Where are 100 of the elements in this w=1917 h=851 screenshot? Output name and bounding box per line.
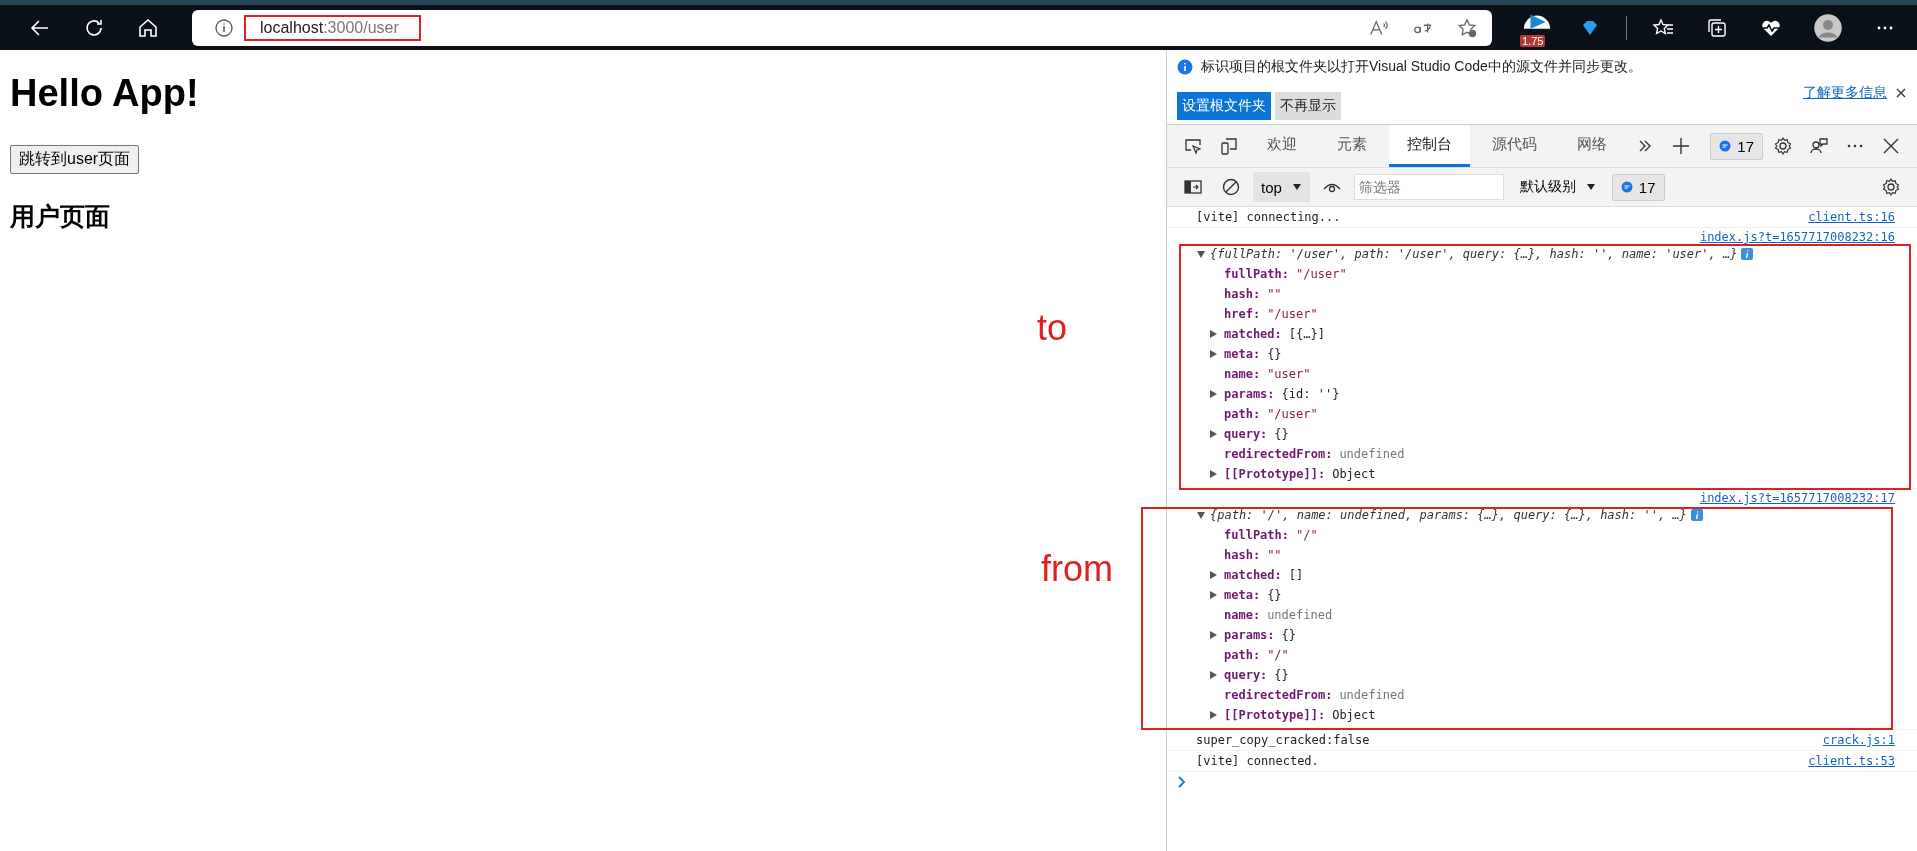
property-value: {} (1267, 346, 1282, 363)
object-summary[interactable]: {path: '/', name: undefined, params: {…}, query: {…}, hash: '', …} (1210, 505, 1687, 525)
property-key: name: (1224, 364, 1261, 384)
property-value: "" (1267, 547, 1282, 564)
property-value: [{…}] (1288, 326, 1325, 343)
console-message: super_copy_cracked:false (1196, 733, 1370, 747)
property-key: name: (1224, 605, 1261, 625)
property-key: path: (1224, 404, 1261, 424)
info-icon[interactable] (214, 17, 234, 38)
property-value: [] (1288, 567, 1304, 584)
property-value: {} (1281, 627, 1297, 644)
object-summary[interactable]: {fullPath: '/user', path: '/user', query: {…}, hash: '', name: 'user', …} (1210, 244, 1738, 264)
property-value: Object (1332, 466, 1376, 483)
devtools-tab[interactable]: 元素 (1319, 125, 1385, 167)
property-key: meta: (1224, 585, 1261, 605)
feedback-icon[interactable] (1809, 136, 1829, 156)
property-key: fullPath: (1224, 264, 1290, 284)
expand-triangle-icon[interactable] (1208, 710, 1218, 720)
close-icon[interactable] (1881, 136, 1901, 156)
property-value: {} (1274, 667, 1289, 684)
devtools-tab[interactable]: 网络 (1559, 125, 1625, 167)
devtools-tab[interactable]: 控制台 (1389, 125, 1470, 167)
level-dropdown[interactable]: 默认级别 (1513, 177, 1602, 197)
console-message: [vite] connected. (1196, 754, 1319, 768)
device-icon[interactable] (1219, 136, 1239, 156)
address-bar[interactable]: localhost:3000/user (192, 9, 1493, 46)
property-value: "/user" (1267, 306, 1318, 323)
annotation-label: to (1037, 308, 1068, 348)
info-icon (1177, 59, 1193, 75)
context-dropdown[interactable]: top (1253, 172, 1310, 202)
issues-button[interactable]: 17 (1611, 173, 1665, 201)
add-favorite-icon[interactable] (1456, 16, 1479, 39)
source-link[interactable]: client.ts:53 (1808, 754, 1895, 768)
navigate-button[interactable]: 跳转到user页面 (10, 145, 140, 174)
expand-triangle-icon[interactable] (1208, 429, 1218, 439)
property-value: Object (1332, 707, 1376, 724)
expand-triangle-icon[interactable] (1208, 349, 1218, 359)
property-key: query: (1224, 424, 1268, 444)
expand-triangle-icon[interactable] (1208, 630, 1218, 640)
property-value: "/" (1267, 647, 1289, 664)
settings-icon[interactable] (1773, 136, 1793, 156)
property-key: matched: (1224, 324, 1282, 344)
settings-icon[interactable] (1881, 177, 1901, 197)
info-badge-icon (1690, 509, 1703, 521)
property-value: {id: ''} (1281, 386, 1340, 403)
property-value: "/user" (1296, 266, 1347, 283)
speed-badge: 1.75 (1520, 34, 1546, 47)
property-key: redirectedFrom: (1224, 444, 1333, 464)
extension-button[interactable]: 1.75 (1520, 8, 1555, 47)
property-key: redirectedFrom: (1224, 685, 1333, 705)
caret-icon (1291, 183, 1302, 191)
property-value: "user" (1267, 366, 1311, 383)
expand-triangle-icon[interactable] (1208, 670, 1218, 680)
add-icon[interactable] (1671, 136, 1691, 156)
property-key: matched: (1224, 565, 1282, 585)
message-icon (1719, 140, 1732, 152)
page-subheading: 用户页面 (10, 201, 111, 232)
source-link[interactable]: crack.js:1 (1822, 733, 1895, 747)
property-key: [[Prototype]]: (1224, 705, 1326, 725)
expand-triangle-icon[interactable] (1208, 389, 1218, 399)
property-key: [[Prototype]]: (1224, 464, 1326, 484)
property-key: fullPath: (1224, 525, 1290, 545)
property-key: params: (1224, 625, 1275, 645)
expand-triangle-icon[interactable] (1196, 249, 1206, 259)
source-link[interactable]: client.ts:16 (1808, 210, 1895, 224)
issues-count: 17 (1737, 137, 1754, 155)
info-badge-icon (1741, 248, 1754, 260)
property-value: {} (1274, 426, 1289, 443)
issues-button[interactable]: 17 (1710, 132, 1763, 160)
source-link[interactable]: index.js?t=1657717008232:16 (1699, 230, 1895, 244)
set-root-folder-button[interactable]: 设置根文件夹 (1177, 92, 1271, 120)
property-key: hash: (1224, 284, 1261, 304)
expand-triangle-icon[interactable] (1208, 590, 1218, 600)
devtools-tab[interactable]: 源代码 (1474, 125, 1555, 167)
annotation-label: from (1041, 549, 1113, 589)
property-value: undefined (1339, 687, 1405, 704)
avatar-icon[interactable] (1813, 12, 1843, 43)
expand-triangle-icon[interactable] (1208, 570, 1218, 580)
message-icon (1620, 181, 1633, 193)
close-icon[interactable] (1895, 87, 1907, 99)
property-key: hash: (1224, 545, 1261, 565)
expand-triangle-icon[interactable] (1196, 510, 1206, 520)
devtools-tab[interactable]: 欢迎 (1249, 125, 1315, 167)
property-key: path: (1224, 645, 1261, 665)
dont-show-again-button[interactable]: 不再显示 (1275, 92, 1341, 120)
property-value: "" (1267, 286, 1282, 303)
filter-field[interactable]: 筛选器 (1353, 174, 1504, 200)
inspect-icon[interactable] (1183, 136, 1203, 156)
issues-count: 17 (1638, 178, 1656, 196)
property-value: undefined (1267, 607, 1333, 624)
learn-more-link[interactable]: 了解更多信息 (1803, 84, 1887, 102)
source-link[interactable]: index.js?t=1657717008232:17 (1699, 491, 1895, 505)
property-value: "/" (1296, 527, 1318, 544)
caret-icon (1585, 183, 1596, 191)
clear-icon[interactable] (1221, 177, 1241, 197)
prompt-chevron-icon[interactable] (1177, 776, 1187, 788)
sidebar-icon[interactable] (1183, 177, 1203, 197)
property-key: href: (1224, 304, 1261, 324)
expand-triangle-icon[interactable] (1208, 329, 1218, 339)
expand-triangle-icon[interactable] (1208, 469, 1218, 479)
